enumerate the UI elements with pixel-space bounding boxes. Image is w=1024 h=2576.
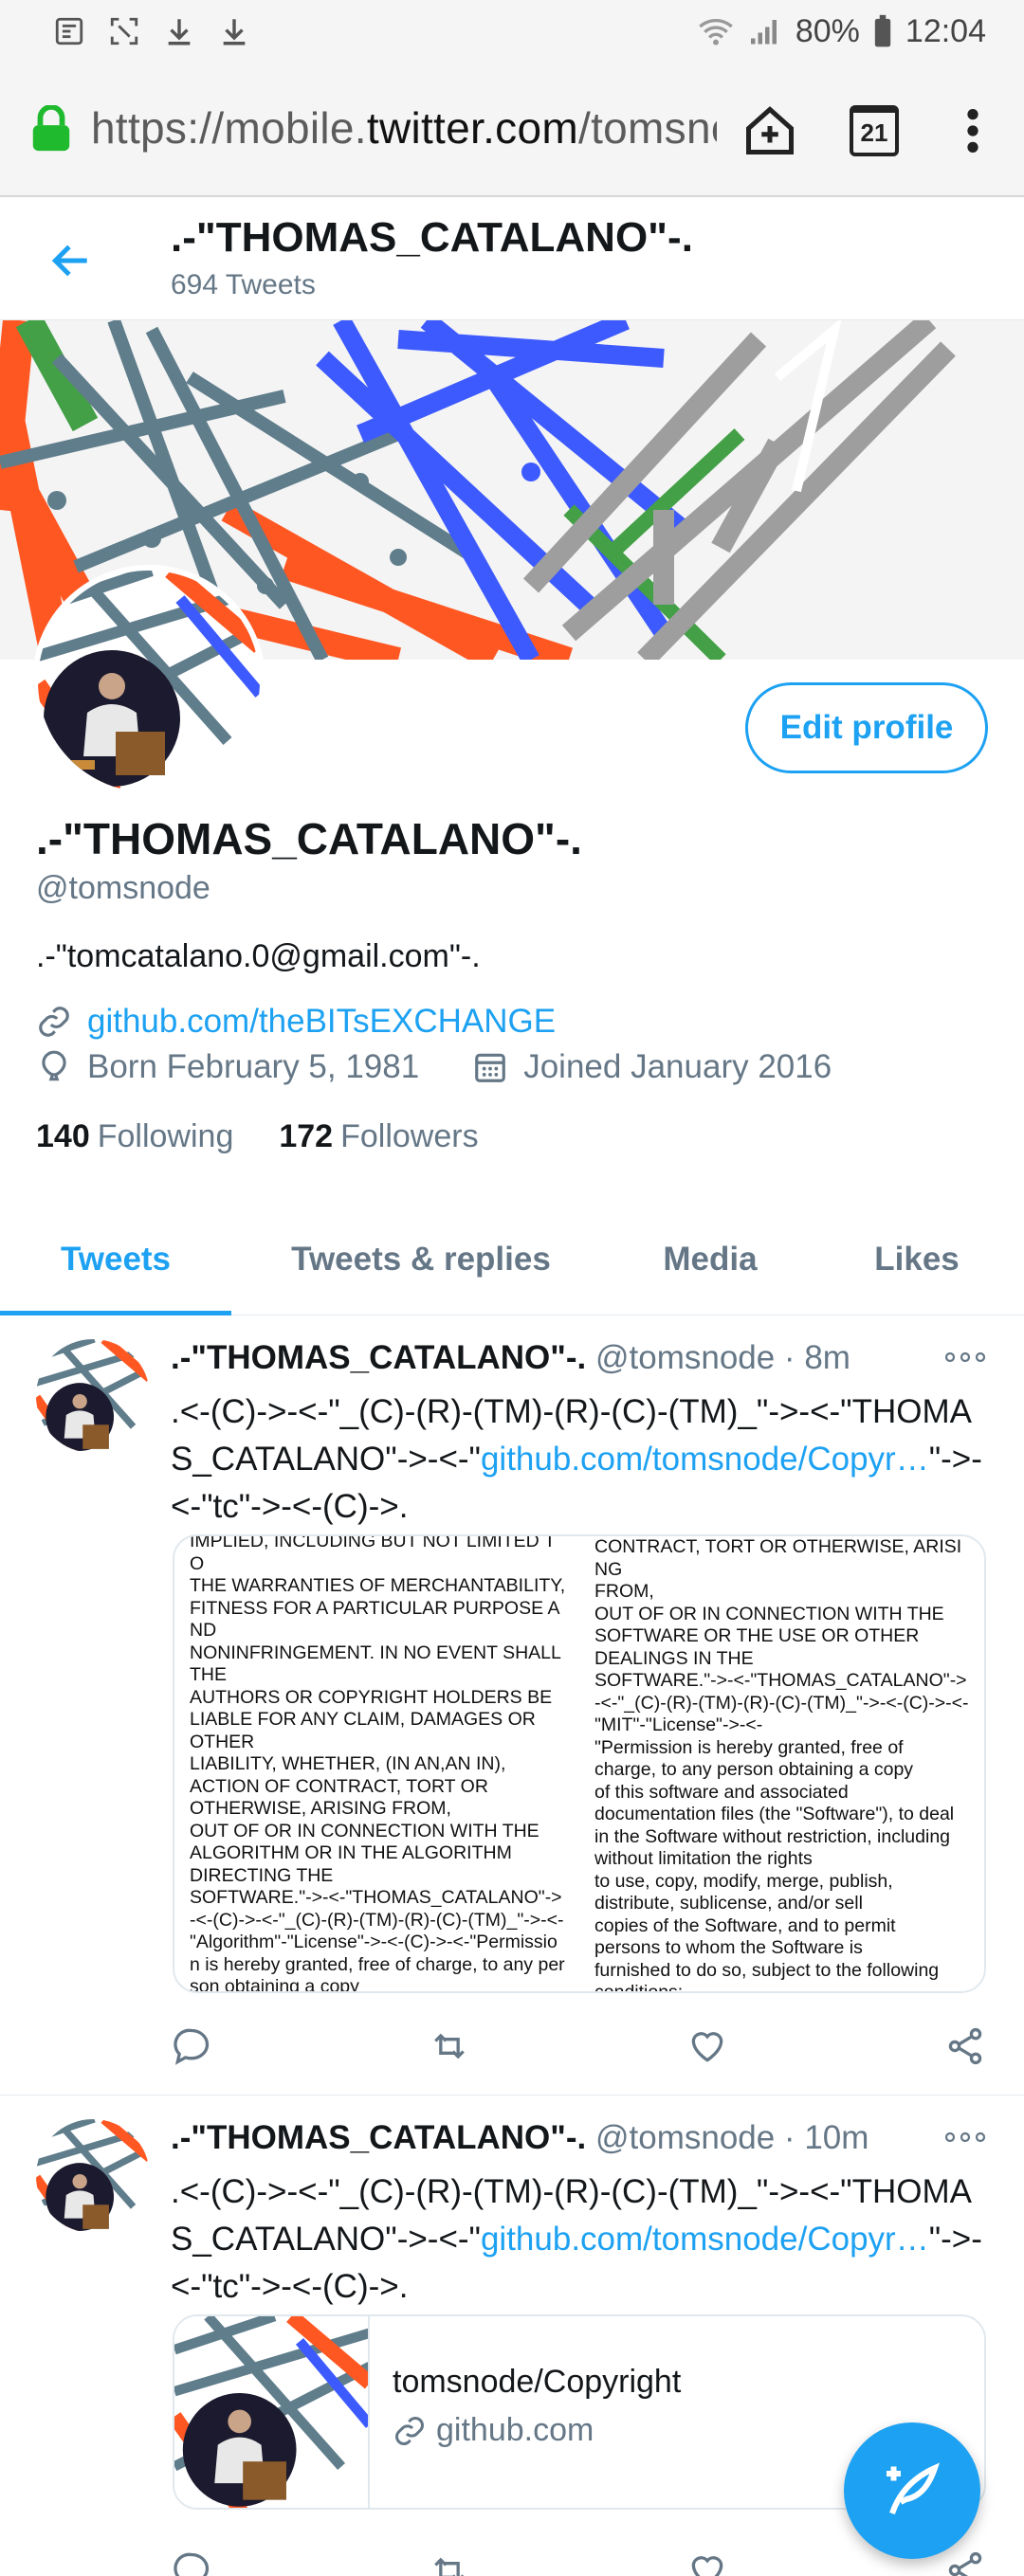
share-icon[interactable]: [944, 2025, 986, 2067]
heart-icon[interactable]: [686, 2549, 728, 2576]
tab-tweets-and-replies[interactable]: Tweets & replies: [231, 1204, 611, 1315]
tweet-actions: [171, 2542, 986, 2576]
url-path: /tomsnode: [578, 103, 717, 153]
following-link[interactable]: 140 Following: [36, 1118, 233, 1155]
followers-link[interactable]: 172 Followers: [279, 1118, 478, 1155]
reply-icon[interactable]: [171, 2025, 212, 2067]
profile-handle: @tomsnode: [36, 870, 210, 906]
followers-count: 172: [279, 1118, 334, 1154]
tab-tweets[interactable]: Tweets: [0, 1204, 231, 1315]
tweet-actions: [171, 2018, 986, 2075]
media-image-right: CONTRACT, TORT OR OTHERWISE, ARISING FRO…: [594, 1536, 969, 1991]
reply-icon[interactable]: [171, 2549, 212, 2576]
url-prefix: https://mobile.: [91, 103, 367, 153]
back-arrow-icon[interactable]: [47, 237, 95, 284]
tweet-handle-time: @tomsnode · 8m: [586, 1339, 850, 1376]
news-icon: [55, 17, 83, 45]
calendar-icon: [475, 1053, 506, 1082]
tweet-link[interactable]: github.com/tomsnode/Copyr…: [481, 1441, 929, 1478]
link-card-domain-text: github.com: [436, 2412, 594, 2448]
followers-label: Followers: [340, 1118, 479, 1154]
following-label: Following: [97, 1118, 234, 1154]
profile-bio: .-"tomcatalano.0@gmail.com"-.: [36, 938, 481, 974]
battery-percent: 80%: [795, 12, 860, 49]
balloon-icon: [42, 1050, 66, 1081]
tweet-header: .-"THOMAS_CATALANO"-. @tomsnode · 8m: [171, 1339, 850, 1377]
browser-menu-button[interactable]: [942, 100, 1003, 161]
link-card-thumbnail: [174, 2316, 370, 2508]
compose-feather-icon: [887, 2462, 941, 2514]
joined-text: Joined January 2016: [523, 1048, 832, 1085]
download-icon: [223, 19, 246, 45]
lock-icon: [32, 105, 70, 152]
notification-icons: [53, 15, 250, 47]
clock: 12:04: [905, 12, 986, 49]
retweet-icon[interactable]: [429, 2549, 470, 2576]
header-title: .-"THOMAS_CATALANO"-.: [171, 214, 693, 261]
tweet-author-name[interactable]: .-"THOMAS_CATALANO"-.: [171, 2119, 586, 2156]
signal-icon: [750, 20, 777, 45]
profile-meta: Born February 5, 1981 Joined January 201…: [36, 1048, 832, 1086]
url-field[interactable]: https://mobile.twitter.com/tomsnode: [91, 102, 717, 159]
compose-tweet-button[interactable]: [844, 2422, 980, 2559]
tweet-avatar[interactable]: [36, 1339, 150, 1453]
system-status: 80% 12:04: [697, 13, 986, 50]
more-vertical-icon: [967, 109, 978, 153]
home-plus-icon: [746, 106, 794, 154]
retweet-icon[interactable]: [429, 2025, 470, 2067]
avatar-image: [38, 571, 260, 792]
add-to-home-button[interactable]: [740, 100, 800, 161]
profile-stats: 140 Following 172 Followers: [36, 1118, 479, 1155]
wifi-icon: [699, 19, 733, 45]
media-image-left: IMPLIED, INCLUDING BUT NOT LIMITED TO TH…: [174, 1536, 579, 1991]
website-text[interactable]: github.com/theBITsEXCHANGE: [87, 1003, 556, 1041]
download-icon: [168, 19, 191, 45]
tab-media[interactable]: Media: [611, 1204, 810, 1315]
header-tweet-count: 694 Tweets: [171, 269, 316, 300]
screenshot-icon: [110, 17, 138, 45]
avatar-image: [36, 1339, 150, 1453]
birthday-text: Born February 5, 1981: [87, 1048, 420, 1085]
avatar-image: [174, 2316, 368, 2508]
avatar-image: [36, 2119, 150, 2233]
profile-name: .-"THOMAS_CATALANO"-.: [36, 814, 582, 863]
tweet-text: .<-(C)->-<-"_(C)-(R)-(TM)-(R)-(C)-(TM)_"…: [171, 1388, 986, 1531]
tweet-header: .-"THOMAS_CATALANO"-. @tomsnode · 10m: [171, 2119, 869, 2157]
profile-top-bar: .-"THOMAS_CATALANO"-. 694 Tweets: [0, 197, 1024, 320]
tweet[interactable]: .-"THOMAS_CATALANO"-. @tomsnode · 8m .<-…: [0, 1316, 1024, 2095]
link-icon: [395, 2416, 424, 2445]
tweet-author-name[interactable]: .-"THOMAS_CATALANO"-.: [171, 1339, 586, 1376]
more-horizontal-icon[interactable]: [944, 2125, 986, 2150]
browser-address-bar: https://mobile.twitter.com/tomsnode 21: [0, 63, 1024, 197]
link-card-domain: github.com: [393, 2412, 681, 2449]
tweet-media[interactable]: IMPLIED, INCLUDING BUT NOT LIMITED TO TH…: [173, 1534, 986, 1993]
profile-tabs: Tweets Tweets & replies Media Likes: [0, 1204, 1024, 1315]
following-count: 140: [36, 1118, 90, 1154]
status-bar: 80% 12:04: [0, 0, 1024, 63]
tabs-button[interactable]: 21: [844, 100, 905, 161]
edit-profile-button[interactable]: Edit profile: [745, 682, 988, 773]
tweet-handle-time: @tomsnode · 10m: [586, 2119, 869, 2156]
profile-website[interactable]: github.com/theBITsEXCHANGE: [36, 1003, 556, 1041]
tweet-link[interactable]: github.com/tomsnode/Copyr…: [481, 2221, 929, 2258]
link-card-body: tomsnode/Copyright github.com: [370, 2316, 681, 2508]
more-horizontal-icon[interactable]: [944, 1345, 986, 1370]
profile-avatar[interactable]: [32, 565, 265, 798]
tweet-avatar[interactable]: [36, 2119, 150, 2233]
battery-icon: [874, 14, 891, 47]
link-card-title: tomsnode/Copyright: [393, 2364, 682, 2400]
tweet-text: .<-(C)->-<-"_(C)-(R)-(TM)-(R)-(C)-(TM)_"…: [171, 2168, 986, 2311]
link-icon: [39, 1007, 69, 1037]
url-host: twitter.com: [366, 103, 578, 153]
tab-likes[interactable]: Likes: [810, 1204, 1024, 1315]
tab-count: 21: [850, 105, 899, 156]
heart-icon[interactable]: [686, 2025, 728, 2067]
share-icon[interactable]: [944, 2549, 986, 2576]
